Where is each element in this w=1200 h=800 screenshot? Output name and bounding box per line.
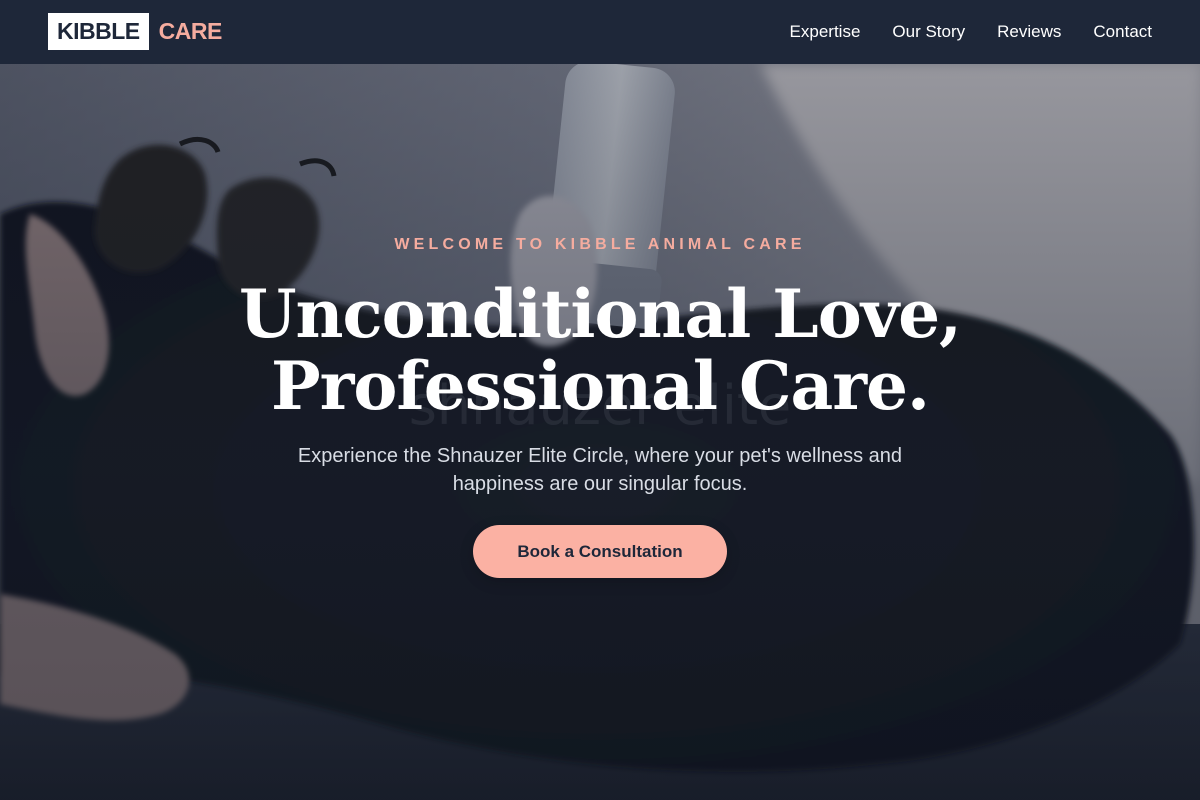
hero-headline: Unconditional Love, Professional Care. [0, 278, 1200, 422]
main-nav: Expertise Our Story Reviews Contact [790, 0, 1152, 64]
nav-link-expertise[interactable]: Expertise [790, 22, 861, 42]
landing-page: KIBBLE CARE Expertise Our Story Reviews … [0, 0, 1200, 800]
logo-primary-text: KIBBLE [48, 13, 149, 50]
site-header: KIBBLE CARE Expertise Our Story Reviews … [0, 0, 1200, 64]
hero-dark-overlay [0, 64, 1200, 800]
logo-accent-text: CARE [158, 18, 223, 44]
nav-link-contact[interactable]: Contact [1093, 22, 1152, 42]
nav-link-our-story[interactable]: Our Story [892, 22, 965, 42]
hero-headline-line-1: Unconditional Love, [238, 275, 962, 353]
hero-section: shnauzer elite WELCOME TO KIBBLE ANIMAL … [0, 64, 1200, 800]
nav-link-reviews[interactable]: Reviews [997, 22, 1061, 42]
book-consultation-button[interactable]: Book a Consultation [473, 525, 727, 578]
hero-eyebrow: WELCOME TO KIBBLE ANIMAL CARE [394, 236, 806, 253]
brand-logo[interactable]: KIBBLE CARE [48, 13, 222, 50]
hero-subtitle: Experience the Shnauzer Elite Circle, wh… [297, 445, 903, 495]
hero-headline-line-2: Professional Care. [270, 347, 930, 425]
